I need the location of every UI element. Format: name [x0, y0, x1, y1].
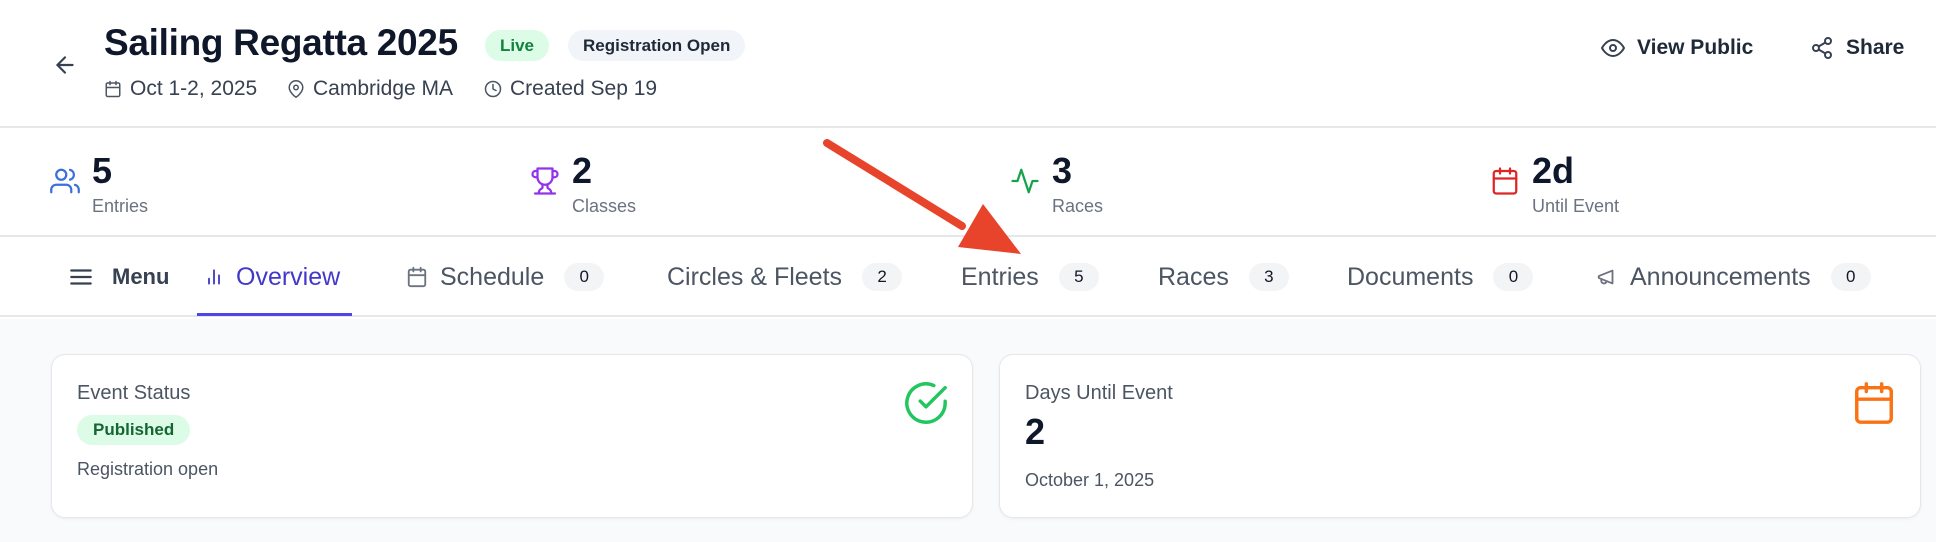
calendar-icon: [105, 80, 121, 98]
card-title: Event Status: [77, 382, 191, 404]
event-status-card: Event Status Published Registration open: [51, 354, 973, 518]
stat-value: 3: [1052, 150, 1073, 191]
active-tab-indicator: [197, 313, 352, 316]
stat-value: 2d: [1532, 150, 1575, 191]
view-public-button[interactable]: View Public: [1601, 30, 1753, 66]
live-badge: Live: [485, 30, 550, 61]
registration-status-text: Registration open: [77, 459, 219, 479]
tab-count-badge: 2: [862, 263, 903, 291]
calendar-icon: [407, 266, 427, 288]
event-location: Cambridge MA: [287, 76, 453, 102]
trophy-icon: [531, 167, 559, 195]
tab-count-badge: 0: [1830, 263, 1871, 291]
stat-label: Races: [1052, 196, 1104, 216]
tab-announcements[interactable]: Announcements 0: [1596, 239, 1871, 315]
tab-label: Announcements: [1630, 262, 1811, 291]
tab-label: Documents: [1347, 262, 1474, 291]
tab-circles-fleets[interactable]: Circles & Fleets 2: [667, 239, 903, 315]
share-icon: [1812, 37, 1832, 59]
tab-label: Schedule: [440, 262, 545, 291]
days-value: 2: [1025, 411, 1046, 452]
menu-button[interactable]: Menu: [68, 239, 169, 315]
arrow-left-icon: [56, 56, 74, 74]
tab-label: Races: [1158, 262, 1229, 291]
view-public-label: View Public: [1637, 36, 1754, 59]
stats-bar: 5 Entries 2 Classes 3 Races 2d Until Eve…: [0, 130, 1936, 237]
event-created: Created Sep 19: [484, 76, 657, 102]
stat-label: Classes: [572, 196, 637, 216]
stat-label: Until Event: [1532, 196, 1620, 216]
tab-count-badge: 5: [1058, 263, 1099, 291]
tab-schedule[interactable]: Schedule 0: [406, 239, 605, 315]
tab-label: Entries: [961, 262, 1039, 291]
users-icon: [50, 168, 80, 194]
tab-entries[interactable]: Entries 5: [961, 239, 1099, 315]
published-badge: Published: [77, 415, 191, 445]
hamburger-icon: [70, 269, 92, 285]
event-dates: Oct 1-2, 2025: [104, 76, 257, 102]
tab-documents[interactable]: Documents 0: [1347, 239, 1534, 315]
calendar-icon: [1855, 382, 1893, 424]
tab-label: Overview: [236, 262, 341, 291]
days-until-event-card: Days Until Event 2 October 1, 2025: [999, 354, 1921, 518]
bar-chart-icon: [208, 269, 220, 285]
share-label: Share: [1846, 36, 1905, 59]
event-created-text: Created Sep 19: [510, 77, 658, 100]
eye-icon: [1601, 39, 1625, 57]
menu-label: Menu: [112, 264, 170, 289]
event-location-text: Cambridge MA: [313, 77, 454, 100]
back-button[interactable]: [46, 46, 84, 84]
page-title: Sailing Regatta 2025: [104, 22, 458, 63]
tab-bar: Menu Overview Schedule 0 Circles & Fleet…: [0, 239, 1936, 317]
registration-badge: Registration Open: [568, 30, 746, 61]
clock-icon: [484, 80, 502, 98]
tab-races[interactable]: Races 3: [1158, 239, 1289, 315]
share-button[interactable]: Share: [1810, 30, 1904, 66]
event-dates-text: Oct 1-2, 2025: [130, 77, 258, 100]
calendar-icon: [1492, 167, 1518, 195]
activity-icon: [1011, 168, 1039, 194]
tab-overview[interactable]: Overview: [204, 239, 340, 315]
megaphone-icon: [1597, 269, 1614, 285]
tab-count-badge: 0: [1493, 263, 1534, 291]
tab-label: Circles & Fleets: [667, 262, 843, 291]
stat-value: 5: [92, 150, 113, 191]
event-header: Sailing Regatta 2025 Live Registration O…: [0, 0, 1936, 128]
event-date-text: October 1, 2025: [1025, 470, 1155, 490]
overview-content: Event Status Published Registration open…: [0, 319, 1936, 542]
tab-count-badge: 3: [1248, 263, 1289, 291]
tab-count-badge: 0: [564, 263, 605, 291]
map-pin-icon: [288, 80, 304, 98]
check-circle-icon: [905, 382, 947, 424]
stat-label: Entries: [92, 196, 149, 216]
card-title: Days Until Event: [1025, 382, 1173, 404]
stat-value: 2: [572, 150, 593, 191]
